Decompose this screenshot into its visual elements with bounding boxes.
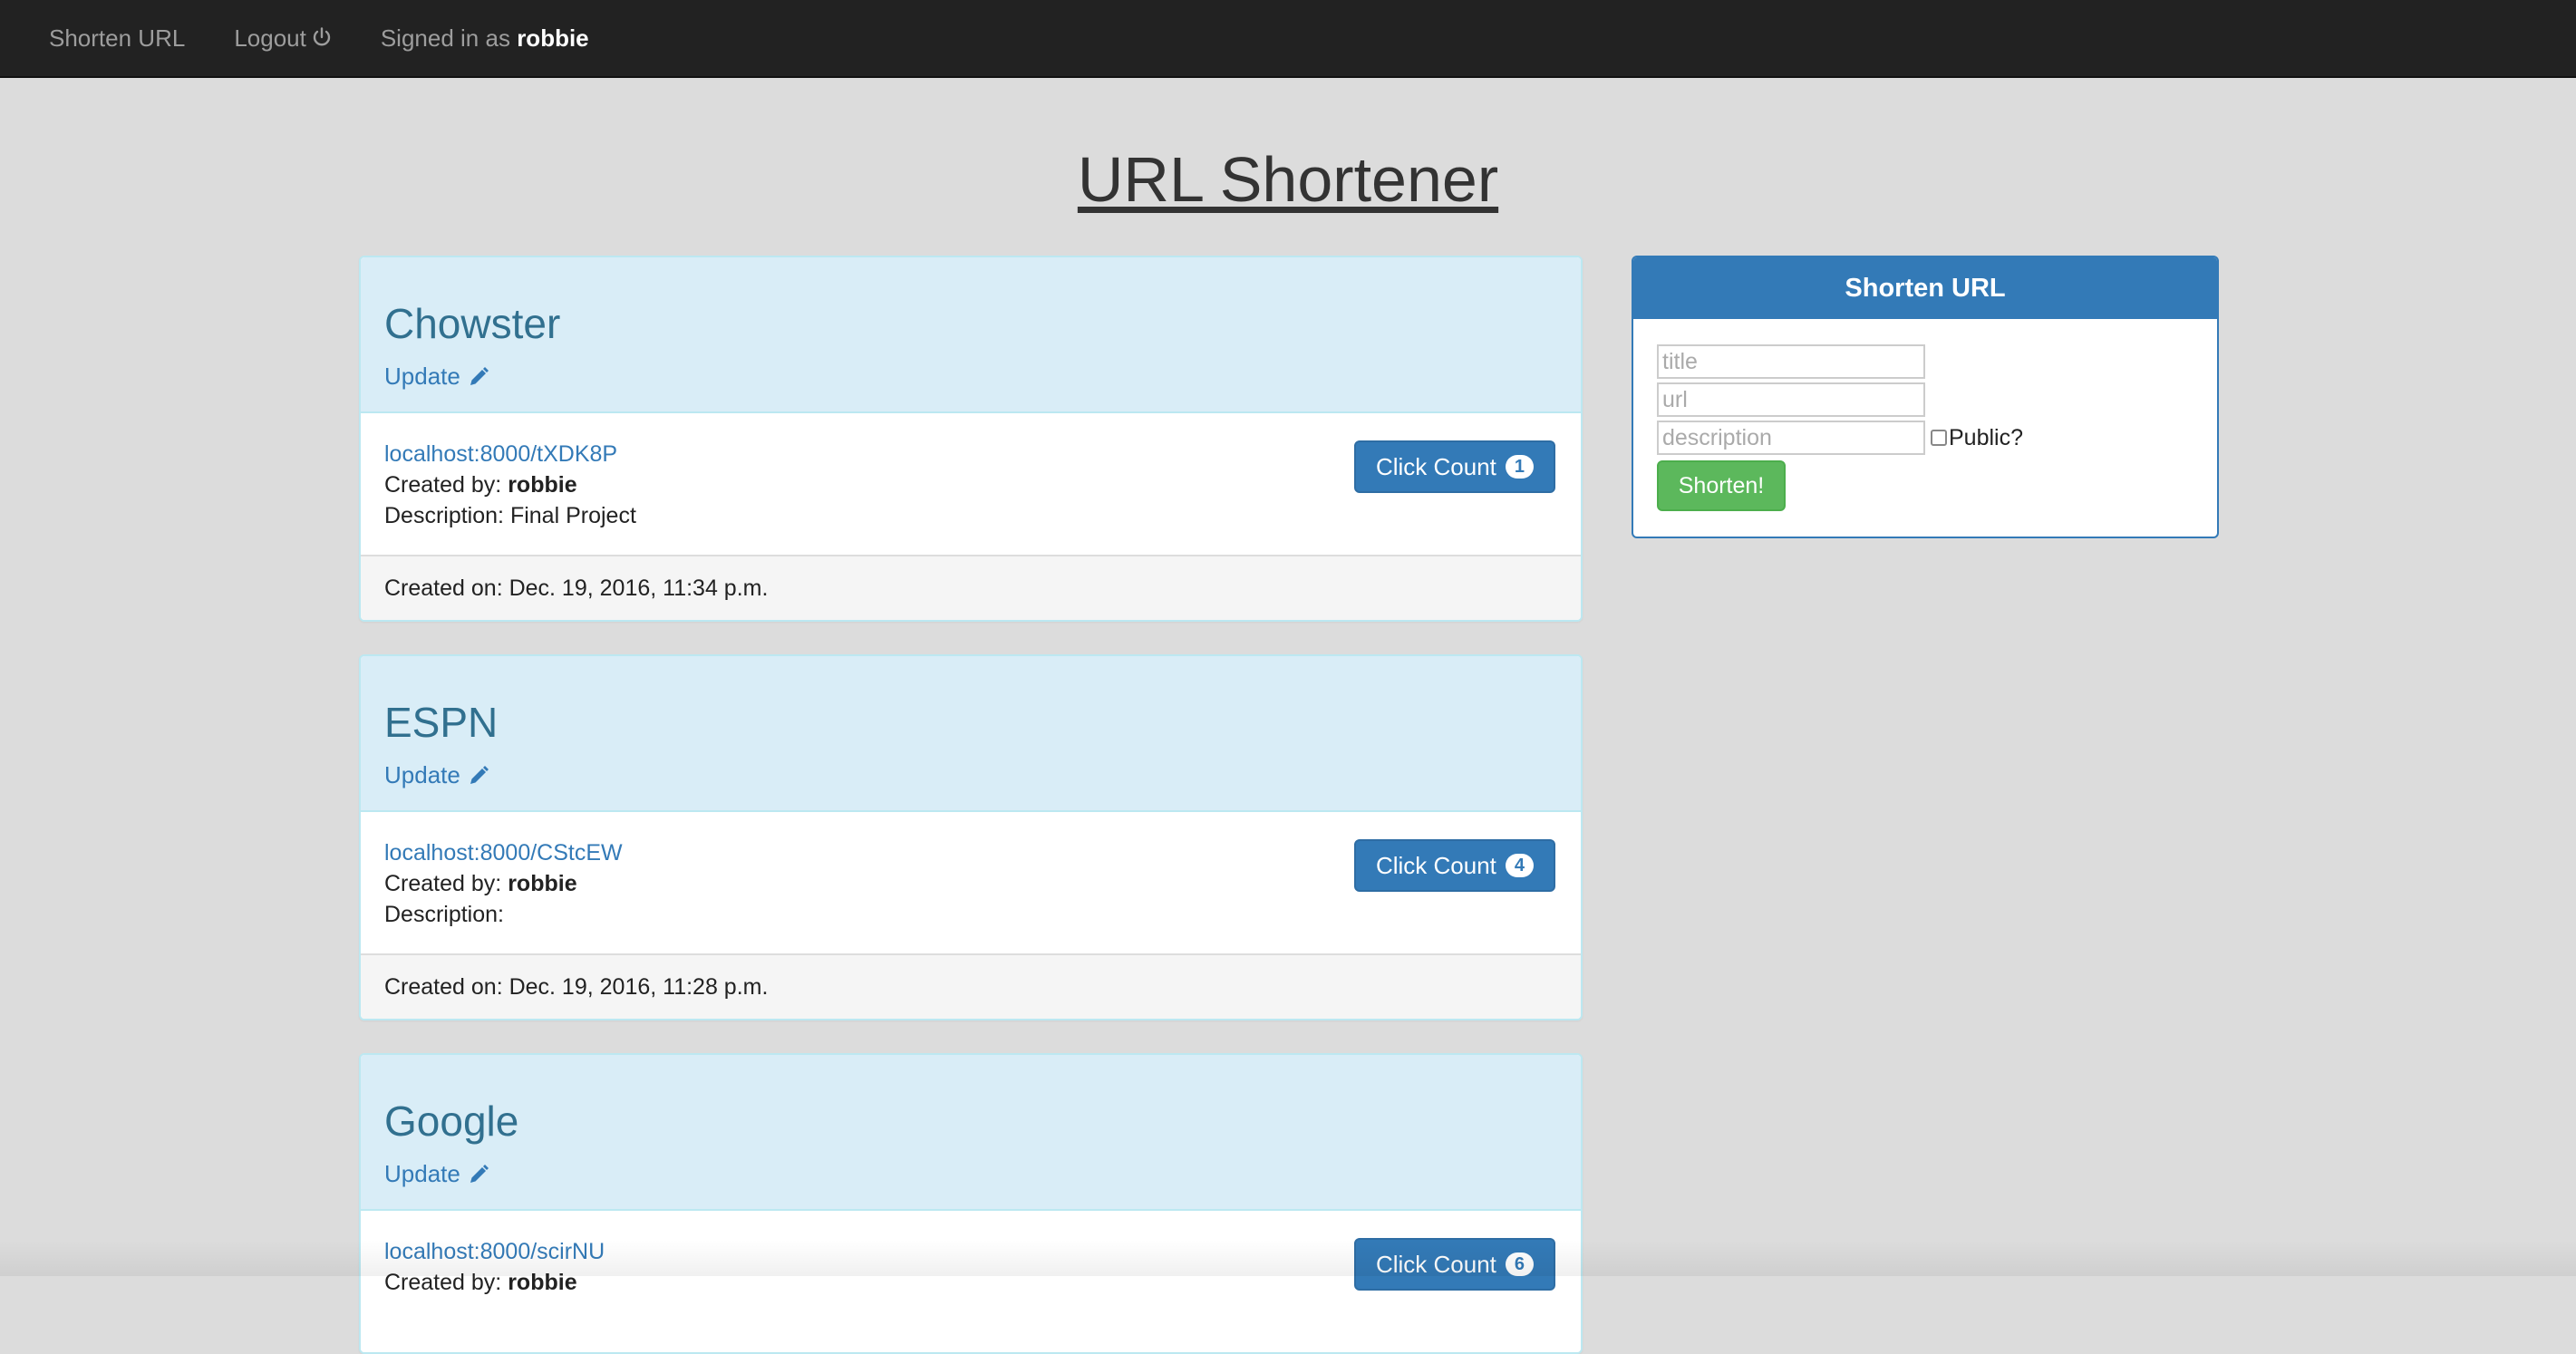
signed-in-status: Signed in as robbie	[381, 24, 589, 53]
created-on-text: Created on: Dec. 19, 2016, 11:28 p.m.	[384, 974, 768, 1001]
update-link[interactable]: Update	[384, 1160, 489, 1188]
created-by-user: robbie	[508, 1270, 576, 1295]
pencil-icon	[468, 366, 489, 388]
shorten-button[interactable]: Shorten!	[1657, 460, 1786, 511]
created-by-user: robbie	[508, 871, 576, 896]
card-title: Chowster	[384, 303, 1557, 344]
click-count-label: Click Count	[1376, 852, 1496, 880]
link-card: Google Update localhost:8000/scirNU Crea…	[359, 1053, 1583, 1354]
click-count-label: Click Count	[1376, 453, 1496, 481]
click-count-button[interactable]: Click Count 6	[1354, 1238, 1555, 1291]
description-row: Description: Final Project	[384, 500, 1557, 531]
update-link[interactable]: Update	[384, 363, 489, 391]
card-title: Google	[384, 1100, 1557, 1142]
shorten-url-panel: Shorten URL Public? Shorten!	[1632, 256, 2219, 538]
shorten-form: Public? Shorten!	[1633, 319, 2217, 511]
created-by-label: Created by:	[384, 472, 501, 498]
panel-heading: Shorten URL	[1633, 257, 2217, 319]
signed-in-prefix: Signed in as	[381, 24, 510, 52]
description-label: Description:	[384, 902, 504, 927]
description-input[interactable]	[1657, 421, 1925, 455]
description-row: Description:	[384, 899, 1557, 930]
created-on-text: Created on: Dec. 19, 2016, 11:34 p.m.	[384, 575, 768, 602]
public-checkbox[interactable]	[1931, 430, 1947, 446]
short-url-link[interactable]: localhost:8000/tXDK8P	[384, 441, 617, 467]
link-card: ESPN Update localhost:8000/CStcEW Create…	[359, 654, 1583, 1020]
description-label: Description:	[384, 503, 504, 528]
card-body: localhost:8000/scirNU Created by: robbie…	[361, 1211, 1581, 1352]
title-input[interactable]	[1657, 344, 1925, 379]
page-title: URL Shortener	[0, 143, 2576, 216]
description-row: Public?	[1657, 421, 2193, 455]
click-count-badge: 1	[1506, 455, 1534, 479]
short-url-link[interactable]: localhost:8000/scirNU	[384, 1239, 605, 1264]
nav-logout-link[interactable]: Logout	[234, 24, 332, 53]
short-url-link[interactable]: localhost:8000/CStcEW	[384, 840, 623, 866]
logout-label: Logout	[234, 24, 306, 53]
signed-in-username: robbie	[517, 24, 588, 52]
update-label: Update	[384, 363, 460, 391]
public-label: Public?	[1949, 425, 2023, 451]
created-by-label: Created by:	[384, 1270, 501, 1295]
card-title: ESPN	[384, 701, 1557, 743]
description-value: Final Project	[510, 503, 636, 528]
update-label: Update	[384, 761, 460, 789]
click-count-badge: 4	[1506, 854, 1534, 877]
power-icon	[312, 27, 332, 49]
click-count-button[interactable]: Click Count 1	[1354, 440, 1555, 493]
pencil-icon	[468, 765, 489, 787]
update-link[interactable]: Update	[384, 761, 489, 789]
url-input[interactable]	[1657, 382, 1925, 417]
pencil-icon	[468, 1164, 489, 1185]
card-heading: ESPN Update	[361, 656, 1581, 812]
link-card: Chowster Update localhost:8000/tXDK8P Cr…	[359, 256, 1583, 622]
card-heading: Google Update	[361, 1055, 1581, 1211]
top-navbar: Shorten URL Logout Signed in as robbie	[0, 0, 2576, 78]
card-body: localhost:8000/tXDK8P Created by: robbie…	[361, 413, 1581, 555]
card-heading: Chowster Update	[361, 257, 1581, 413]
click-count-label: Click Count	[1376, 1251, 1496, 1279]
click-count-badge: 6	[1506, 1252, 1534, 1276]
card-footer: Created on: Dec. 19, 2016, 11:28 p.m.	[361, 953, 1581, 1019]
card-footer: Created on: Dec. 19, 2016, 11:34 p.m.	[361, 555, 1581, 620]
created-by-label: Created by:	[384, 871, 501, 896]
update-label: Update	[384, 1160, 460, 1188]
click-count-button[interactable]: Click Count 4	[1354, 839, 1555, 892]
nav-shorten-url-link[interactable]: Shorten URL	[49, 24, 185, 53]
created-by-user: robbie	[508, 472, 576, 498]
card-body: localhost:8000/CStcEW Created by: robbie…	[361, 812, 1581, 953]
